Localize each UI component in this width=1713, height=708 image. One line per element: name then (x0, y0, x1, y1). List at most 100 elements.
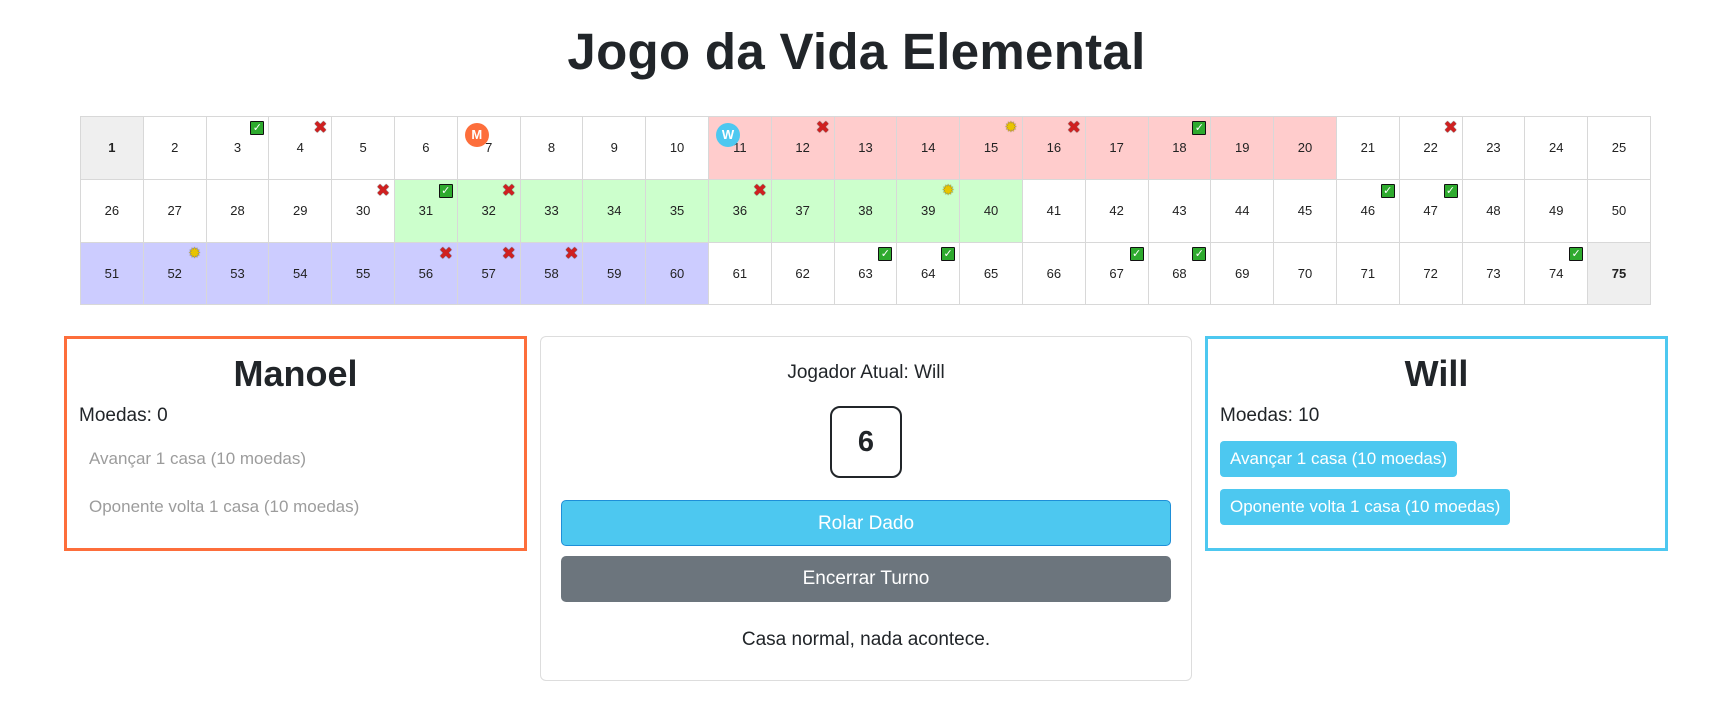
cell-number: 72 (1423, 265, 1438, 281)
cell-number: 67 (1109, 265, 1124, 281)
cell-number: 31 (418, 203, 434, 219)
board-cell: 18 ✓ (1148, 117, 1212, 180)
cell-number: 59 (607, 265, 622, 281)
board-cell: 53 (206, 242, 270, 306)
cell-number: 73 (1486, 265, 1501, 281)
board-cell: 40 (960, 179, 1023, 243)
board-cell: 73 (1462, 242, 1526, 306)
board-cell: 26 (81, 179, 144, 243)
board-cell: 5 (332, 117, 395, 180)
coins-count: Moedas: 0 (79, 405, 168, 426)
push-back-button[interactable]: Oponente volta 1 casa (10 moedas) (1220, 489, 1511, 525)
board-cell: 55 (332, 242, 395, 306)
cell-number: 14 (921, 140, 936, 156)
cell-number: 4 (296, 140, 304, 156)
board-cell: 10 (646, 117, 709, 180)
cell-number: 49 (1548, 203, 1564, 219)
cross-icon: ✖ (815, 118, 830, 137)
cell-number: 63 (858, 265, 873, 281)
cell-number: 47 (1423, 203, 1438, 219)
advance-button[interactable]: Avançar 1 casa (10 moedas) (1220, 441, 1458, 477)
cell-number: 68 (1172, 265, 1187, 281)
cell-number: 18 (1172, 140, 1187, 156)
cell-number: 29 (293, 203, 308, 219)
cell-number: 75 (1611, 265, 1627, 281)
board-cell: 15 ✹ (960, 117, 1023, 180)
board-cell: 35 (646, 179, 709, 243)
check-icon: ✓ (878, 246, 893, 261)
board-cell: 2 (143, 117, 207, 180)
board-cell: 54 (269, 242, 333, 306)
cell-number: 2 (171, 140, 179, 156)
cell-number: 43 (1172, 203, 1187, 219)
board-cell: 57 ✖ (457, 242, 521, 306)
cell-number: 58 (544, 265, 559, 281)
board-cell: 13 (834, 117, 898, 180)
cell-number: 17 (1109, 140, 1124, 156)
cell-number: 30 (355, 203, 371, 219)
board-cell: 9 (583, 117, 647, 180)
burst-icon: ✹ (1004, 119, 1018, 136)
board-cell: 45 (1274, 179, 1337, 243)
check-icon: ✓ (1192, 246, 1207, 261)
cell-number: 51 (104, 265, 120, 281)
cross-icon: ✖ (313, 118, 328, 137)
current-player-label: Jogador Atual: Will (787, 362, 945, 383)
board-cell: 64 ✓ (897, 242, 961, 306)
cell-number: 9 (610, 140, 618, 156)
board-cell: 74 ✓ (1525, 242, 1589, 306)
cell-number: 1 (108, 140, 116, 156)
board-cell: 11 W (708, 117, 772, 180)
cross-icon: ✖ (1443, 118, 1458, 137)
cell-number: 70 (1297, 265, 1313, 281)
board-cell: 41 (1022, 179, 1086, 243)
board-cell: 14 (897, 117, 961, 180)
turn-panel: Jogador Atual: Will 6 Rolar Dado Encerra… (540, 336, 1192, 681)
cell-number: 54 (293, 265, 308, 281)
board-cell: 46 ✓ (1336, 179, 1400, 243)
check-icon: ✓ (1443, 183, 1458, 198)
check-icon: ✓ (438, 183, 453, 198)
board-cell: 4 ✖ (269, 117, 333, 180)
push-back-button[interactable]: Oponente volta 1 casa (10 moedas) (79, 489, 369, 525)
player-token-w: W (715, 123, 740, 147)
player-panel-manoel: Manoel Moedas: 0 Avançar 1 casa (10 moed… (64, 336, 527, 551)
cell-number: 55 (355, 265, 371, 281)
board-cell: 31 ✓ (394, 179, 458, 243)
board-cell: 69 (1211, 242, 1275, 306)
player-name: Manoel (233, 353, 358, 394)
advance-button[interactable]: Avançar 1 casa (10 moedas) (79, 441, 316, 477)
board-cell: 19 (1211, 117, 1275, 180)
board-cell: 68 ✓ (1148, 242, 1212, 306)
page-title: Jogo da Vida Elemental (567, 23, 1146, 80)
check-icon: ✓ (1569, 246, 1584, 261)
cross-icon: ✖ (501, 180, 516, 200)
end-turn-button[interactable]: Encerrar Turno (561, 556, 1171, 602)
cell-number: 65 (983, 265, 999, 281)
board-cell: 32 ✖ (457, 179, 521, 243)
roll-dice-button[interactable]: Rolar Dado (561, 500, 1171, 546)
board-cell: 16 ✖ (1022, 117, 1086, 180)
board-cell: 62 (771, 242, 835, 306)
check-icon: ✓ (941, 246, 956, 261)
board-cell: 24 (1525, 117, 1589, 180)
board-cell: 23 (1462, 117, 1526, 180)
board-cell: 72 (1399, 242, 1463, 306)
cell-number: 21 (1360, 140, 1376, 156)
board-cell: 29 (269, 179, 333, 243)
board-cell: 3 ✓ (206, 117, 270, 180)
board-cell: 44 (1211, 179, 1275, 243)
board-cell: 36 ✖ (708, 179, 772, 243)
cell-number: 25 (1611, 140, 1627, 156)
cell-number: 57 (481, 265, 496, 281)
cell-number: 42 (1109, 203, 1124, 219)
cell-number: 16 (1046, 140, 1062, 156)
cell-number: 45 (1297, 203, 1313, 219)
cell-number: 12 (795, 140, 810, 156)
board-cell: 58 ✖ (520, 242, 584, 306)
board-cell: 12 ✖ (771, 117, 835, 180)
coins-count: Moedas: 10 (1220, 405, 1320, 426)
burst-icon: ✹ (188, 244, 201, 262)
cell-number: 56 (418, 265, 434, 281)
player-panel-will: Will Moedas: 10 Avançar 1 casa (10 moeda… (1205, 336, 1668, 551)
